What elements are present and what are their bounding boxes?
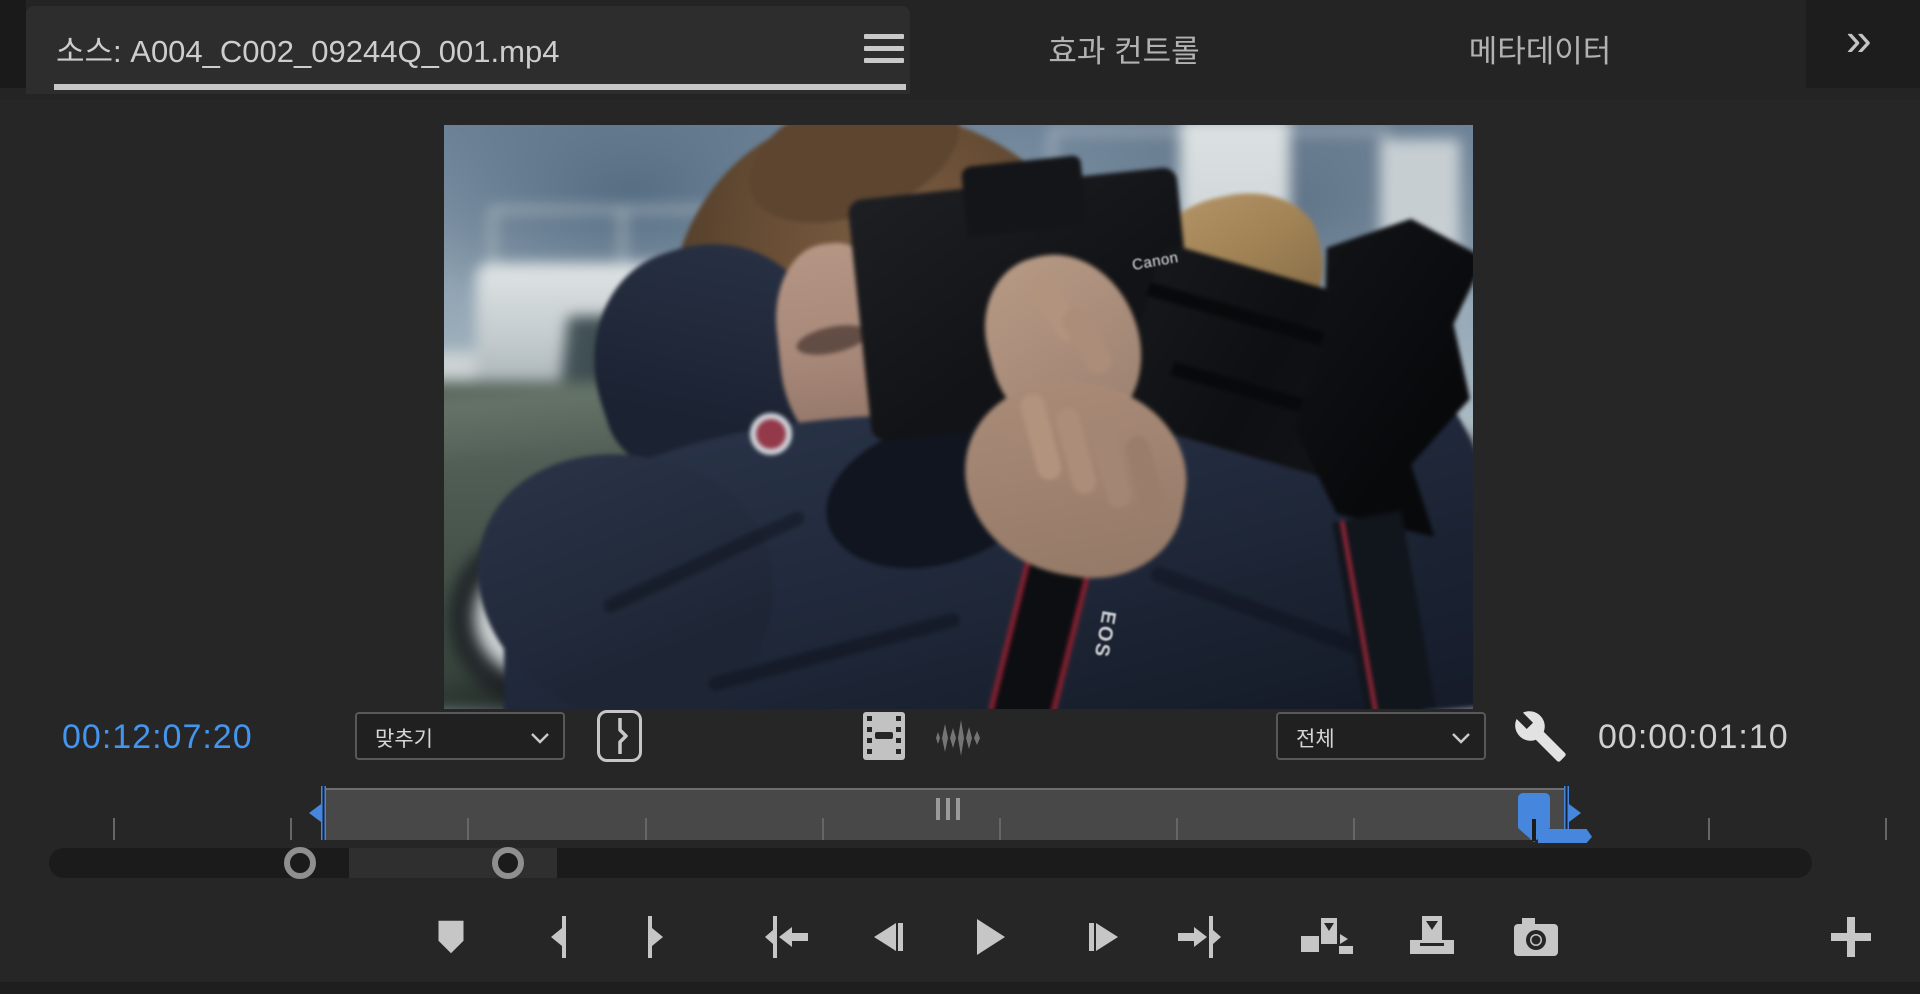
panel-bottom-edge xyxy=(0,982,1920,994)
panel-menu-icon[interactable] xyxy=(864,34,904,66)
video-preview: Canon EOS xyxy=(444,125,1473,709)
ruler-tick xyxy=(999,818,1001,840)
video-labels: Canon EOS xyxy=(444,125,1473,709)
in-point-marker[interactable] xyxy=(321,786,326,840)
ruler-tick xyxy=(1885,818,1887,840)
plus-icon xyxy=(1831,917,1871,957)
current-timecode[interactable]: 00:12:07:20 xyxy=(62,718,253,757)
zoom-handle-left[interactable] xyxy=(284,847,316,879)
wrench-icon xyxy=(1515,711,1566,762)
playback-resolution-dropdown[interactable]: 전체 xyxy=(1276,712,1486,760)
chevron-down-icon xyxy=(531,733,549,744)
mark-out-icon xyxy=(648,916,663,958)
zoom-handle-right[interactable] xyxy=(492,847,524,879)
marker-icon xyxy=(438,920,464,954)
panel-tab-bar: 소스: A004_C002_09244Q_001.mp4 효과 컨트롤 메타데이… xyxy=(0,0,1920,100)
mark-in-icon xyxy=(551,916,566,958)
filmstrip-icon xyxy=(863,712,905,760)
strap-eos-text: EOS xyxy=(1089,608,1120,661)
transport-controls xyxy=(0,898,1920,982)
step-forward-button[interactable] xyxy=(1074,898,1134,976)
camera-icon xyxy=(1514,918,1558,956)
step-back-button[interactable] xyxy=(858,898,918,976)
playhead-slit xyxy=(1532,819,1536,841)
go-to-out-button[interactable] xyxy=(1168,898,1228,976)
source-tab-label: 소스: A004_C002_09244Q_001.mp4 xyxy=(56,34,560,69)
ruler-tick xyxy=(645,818,647,840)
in-point-chevron-icon xyxy=(309,804,321,822)
ruler-tick xyxy=(113,818,115,840)
button-editor-button[interactable] xyxy=(1821,898,1881,976)
ruler-tick xyxy=(1176,818,1178,840)
range-drag-grip[interactable] xyxy=(936,798,968,820)
ruler-tick xyxy=(467,818,469,840)
play-button[interactable] xyxy=(960,898,1020,976)
in-out-duration-timecode: 00:00:01:10 xyxy=(1598,718,1789,756)
zoom-scrollbar xyxy=(0,847,1920,882)
ruler-tick xyxy=(822,818,824,840)
settings-button[interactable] xyxy=(1512,708,1568,769)
step-forward-icon xyxy=(1089,923,1118,951)
canon-logo: Canon xyxy=(1130,249,1180,274)
out-point-chevron-icon xyxy=(1569,804,1581,822)
zoom-level-dropdown[interactable]: 맞추기 xyxy=(355,712,565,760)
waveform-icon xyxy=(936,720,980,756)
source-monitor-panel: 소스: A004_C002_09244Q_001.mp4 효과 컨트롤 메타데이… xyxy=(0,0,1920,994)
go-to-in-button[interactable] xyxy=(758,898,818,976)
overwrite-icon xyxy=(1410,916,1454,954)
zoom-scrollbar-thumb[interactable] xyxy=(349,848,557,878)
zoom-level-value: 맞추기 xyxy=(375,728,433,751)
ruler-tick xyxy=(1708,818,1710,840)
mark-in-button[interactable] xyxy=(531,898,591,976)
ruler-tick xyxy=(1353,818,1355,840)
export-frame-button[interactable] xyxy=(1506,898,1566,976)
overwrite-button[interactable] xyxy=(1402,898,1462,976)
go-to-in-icon xyxy=(765,916,808,958)
active-tab-underline xyxy=(54,84,906,90)
insert-button[interactable] xyxy=(1297,898,1357,976)
panel-overflow-chevron[interactable]: » xyxy=(1846,12,1872,66)
tab-source[interactable]: 소스: A004_C002_09244Q_001.mp4 xyxy=(26,6,910,94)
tab-effect-controls[interactable]: 효과 컨트롤 xyxy=(994,26,1254,71)
comparison-view-button[interactable] xyxy=(597,710,642,762)
ruler-tick xyxy=(290,818,292,840)
drag-audio-only-button[interactable] xyxy=(932,718,986,763)
source-time-ruler[interactable] xyxy=(0,786,1920,844)
wavy-divider-icon xyxy=(617,718,628,754)
add-marker-button[interactable] xyxy=(421,898,481,976)
step-back-icon xyxy=(874,923,903,951)
playback-resolution-value: 전체 xyxy=(1296,728,1335,751)
mark-out-button[interactable] xyxy=(623,898,683,976)
insert-icon xyxy=(1301,918,1353,954)
playhead[interactable] xyxy=(1518,793,1550,843)
tab-bar-left-edge xyxy=(0,0,26,88)
go-to-out-icon xyxy=(1178,916,1221,958)
drag-video-only-button[interactable] xyxy=(862,711,906,766)
tab-metadata[interactable]: 메타데이터 xyxy=(1410,26,1670,71)
play-icon xyxy=(977,919,1005,955)
zoom-scrollbar-track[interactable] xyxy=(49,847,1812,879)
chevron-down-icon xyxy=(1452,733,1470,744)
